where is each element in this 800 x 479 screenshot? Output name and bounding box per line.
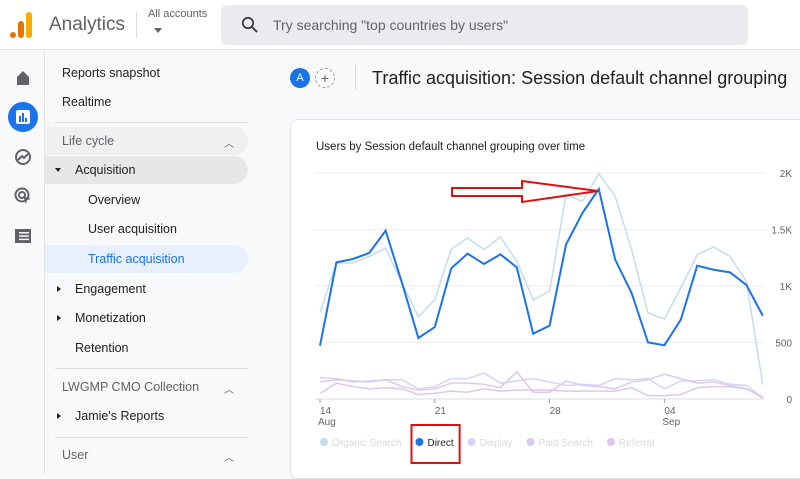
- legend-item[interactable]: Display: [480, 438, 513, 449]
- legend-item[interactable]: Paid Search: [538, 438, 592, 449]
- legend-dot: [606, 438, 615, 446]
- legend-dot: [320, 438, 328, 446]
- line-chart: 0 500 1K 1.5K 2K 14Aug 21 28 04Sep Organic Search…: [315, 169, 793, 464]
- x-tick-month: Aug: [318, 417, 336, 428]
- x-tick-day: 28: [550, 406, 562, 417]
- legend-item[interactable]: Referral: [619, 438, 655, 449]
- y-tick-label: 2K: [780, 169, 793, 180]
- series-line-direct: [319, 186, 764, 347]
- x-tick-day: 21: [435, 406, 447, 417]
- legend-item[interactable]: Organic Search: [332, 438, 401, 449]
- legend-dot: [526, 438, 535, 446]
- x-tick-month: Sep: [662, 417, 680, 428]
- series-line-organic-search: [319, 172, 764, 385]
- y-tick-label: 1K: [780, 282, 793, 293]
- legend-dot: [467, 438, 476, 446]
- legend-item[interactable]: Direct: [427, 438, 453, 449]
- series-line-referral: [319, 382, 764, 398]
- y-tick-label: 1.5K: [771, 226, 792, 237]
- series-line-display: [319, 372, 764, 399]
- y-tick-label: 0: [786, 395, 792, 406]
- series-line-paid-search: [319, 370, 764, 399]
- x-tick-day: 14: [320, 406, 332, 417]
- legend-dot: [415, 438, 424, 446]
- y-tick-label: 500: [775, 339, 792, 350]
- x-tick-day: 04: [664, 406, 676, 417]
